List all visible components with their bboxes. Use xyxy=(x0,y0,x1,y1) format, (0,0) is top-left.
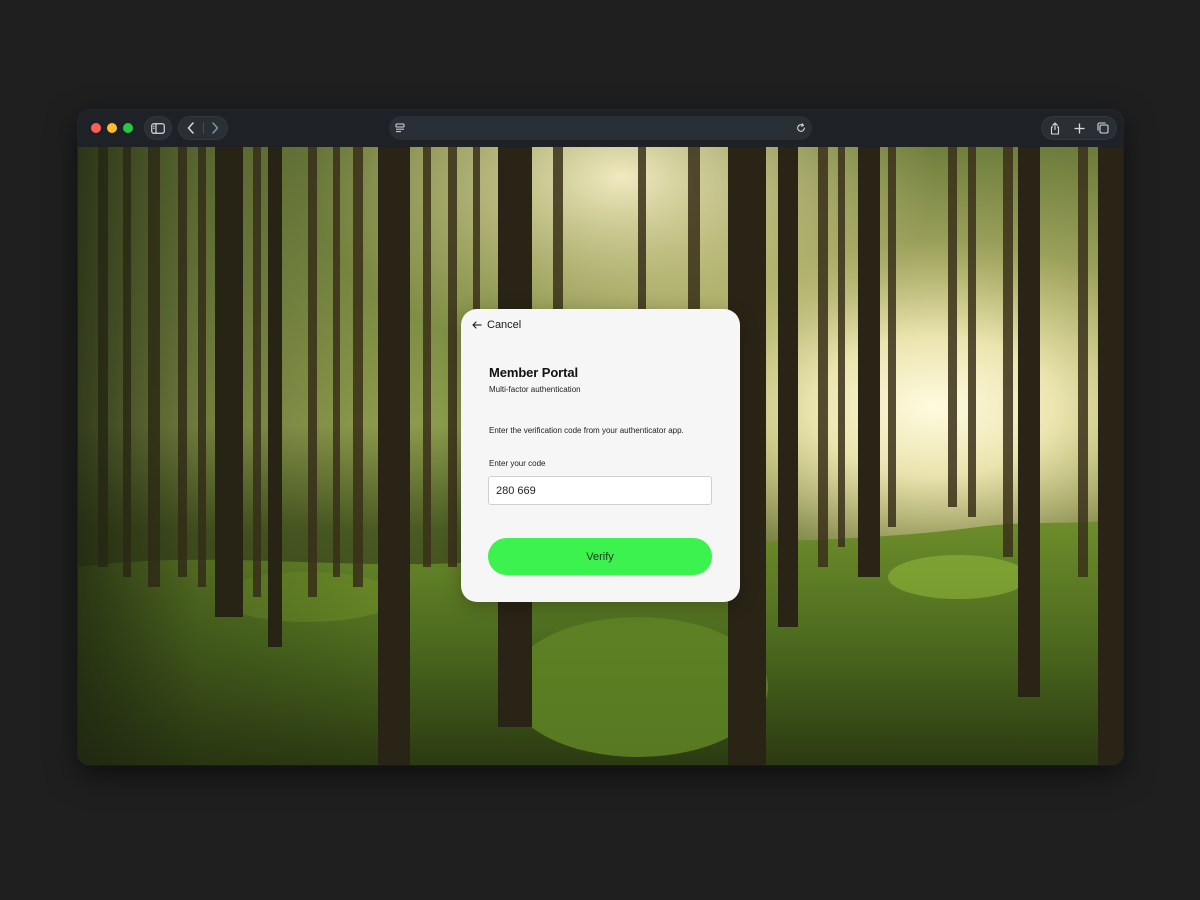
browser-toolbar xyxy=(78,110,1123,147)
navigation-buttons xyxy=(178,116,228,140)
reload-icon[interactable] xyxy=(793,116,809,140)
cancel-button[interactable]: Cancel xyxy=(472,319,521,331)
new-tab-button[interactable] xyxy=(1068,116,1090,140)
address-bar[interactable] xyxy=(389,116,812,140)
page-title: Member Portal xyxy=(489,365,579,380)
verify-button[interactable]: Verify xyxy=(488,538,712,575)
back-button[interactable] xyxy=(180,116,202,140)
share-icon xyxy=(1050,121,1060,135)
mfa-dialog: Cancel Member Portal Multi-factor authen… xyxy=(461,309,740,602)
minimize-window-button[interactable] xyxy=(107,123,117,133)
verification-code-input[interactable] xyxy=(488,476,712,505)
sidebar-icon xyxy=(144,116,172,140)
toolbar-actions xyxy=(1041,116,1117,140)
instruction-text: Enter the verification code from your au… xyxy=(489,426,684,435)
tabs-overview-button[interactable] xyxy=(1092,116,1114,140)
forward-button[interactable] xyxy=(204,116,226,140)
page-settings-icon[interactable] xyxy=(393,116,407,140)
chevron-right-icon xyxy=(212,122,219,134)
cancel-label: Cancel xyxy=(487,319,522,331)
plus-icon xyxy=(1074,123,1084,133)
page-content: Cancel Member Portal Multi-factor authen… xyxy=(78,147,1123,765)
arrow-left-icon xyxy=(472,321,482,329)
sidebar-toggle-button[interactable] xyxy=(144,116,172,140)
tabs-overview-icon xyxy=(1097,122,1109,134)
close-window-button[interactable] xyxy=(91,123,101,133)
chevron-left-icon xyxy=(187,122,194,134)
zoom-window-button[interactable] xyxy=(123,123,133,133)
share-button[interactable] xyxy=(1044,116,1066,140)
browser-window: Cancel Member Portal Multi-factor authen… xyxy=(78,110,1123,765)
code-field-label: Enter your code xyxy=(489,459,546,468)
page-subtitle: Multi-factor authentication xyxy=(489,385,581,394)
